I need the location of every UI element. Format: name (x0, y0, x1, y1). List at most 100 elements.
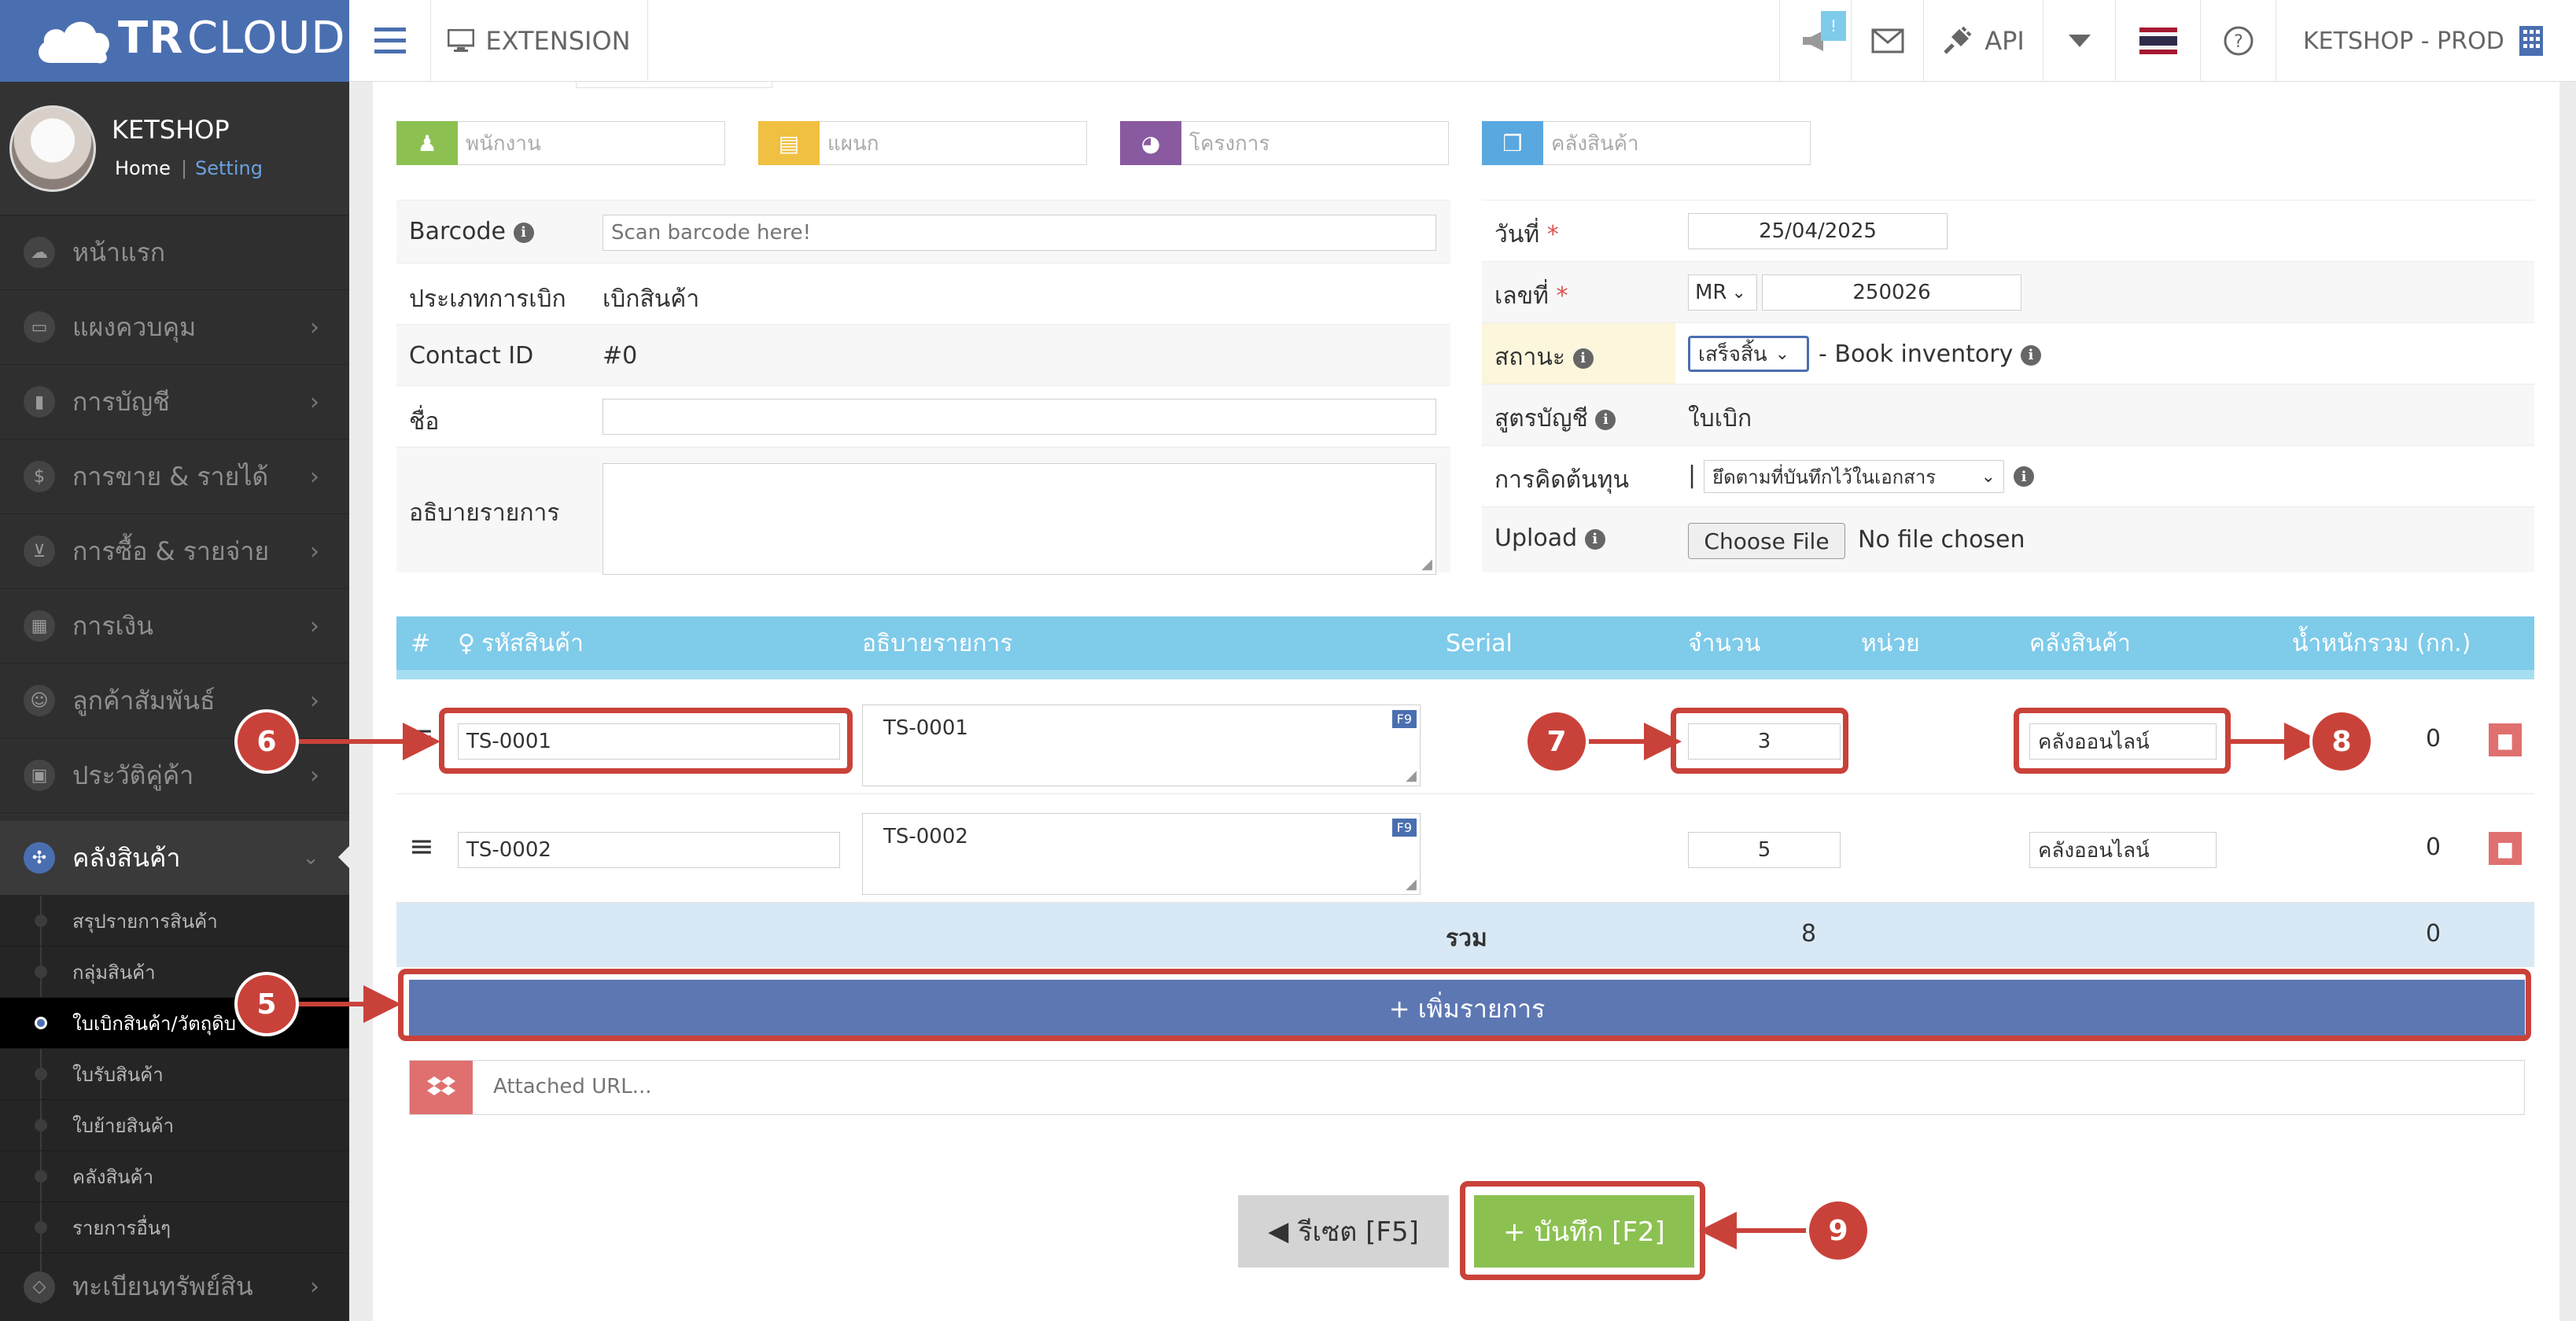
submenu-item-groups[interactable]: กลุ่มสินค้า (0, 947, 349, 998)
submenu-item-warehouse[interactable]: คลังสินค้า (0, 1151, 349, 1202)
weight-value: 0 (2426, 725, 2441, 752)
number-prefix-select[interactable]: MR ⌄ (1688, 274, 1757, 311)
arrow-circle-left-icon: ◀ (1268, 1216, 1289, 1247)
svg-text:?: ? (2234, 32, 2243, 52)
type-label: ประเภทการเบิก (409, 285, 566, 313)
trash-icon: ▆ (2498, 838, 2512, 859)
totals-row: รวม 8 0 (396, 903, 2534, 967)
total-label: รวม (1446, 925, 1487, 952)
sidebar-item-finance[interactable]: ▦ การเงิน › (0, 589, 349, 664)
top-bar: EXTENSION ! API ? KETSHOP - PROD (349, 0, 2576, 82)
f9-badge[interactable]: F9 (1391, 710, 1417, 728)
sidebar-item-dashboard[interactable]: ▭ แผงควบคุม › (0, 290, 349, 365)
submenu-label: รายการอื่นๆ (72, 1216, 171, 1239)
help-button[interactable]: ? (2201, 0, 2276, 82)
building-icon: ▤ (758, 121, 820, 165)
avatar[interactable] (9, 105, 96, 192)
department-tag-field[interactable]: ▤ แผนก (758, 121, 1087, 165)
attached-url-input[interactable] (485, 1069, 1429, 1105)
cube-icon: ❒ (1482, 121, 1543, 165)
bullet-icon (35, 1068, 47, 1080)
dropbox-icon (427, 1076, 455, 1095)
book-icon: ▮ (24, 386, 55, 418)
project-tag-field[interactable]: ◕ โครงการ (1120, 121, 1449, 165)
warehouse-input[interactable]: คลังออนไลน์ (2029, 832, 2217, 868)
number-label-text: เลขที่ (1494, 282, 1549, 310)
sidebar-item-accounting[interactable]: ▮ การบัญชี › (0, 365, 349, 440)
item-description-text: TS-0002 (883, 825, 968, 848)
item-description-textarea[interactable]: TS-0002 F9 ◢ (862, 813, 1421, 895)
chevron-down-icon: ⌄ (1774, 344, 1790, 364)
account-menu[interactable]: KETSHOP - PROD (2276, 0, 2576, 82)
menu-toggle-button[interactable] (349, 0, 431, 82)
language-button[interactable] (2116, 0, 2201, 82)
submenu-item-others[interactable]: รายการอื่นๆ (0, 1202, 349, 1253)
sidebar-item-assets[interactable]: ◇ ทะเบียนทรัพย์สิน › (0, 1253, 349, 1321)
choose-file-button[interactable]: Choose File (1688, 523, 1845, 559)
upload-label: Upload i (1494, 524, 1605, 552)
extension-button[interactable]: EXTENSION (431, 0, 648, 82)
warehouse-placeholder: คลังสินค้า (1551, 131, 1639, 156)
no-file-text: No file chosen (1858, 526, 2025, 554)
notification-button[interactable]: ! (1779, 0, 1852, 82)
building-icon (2519, 26, 2543, 56)
quantity-input[interactable]: 5 (1688, 832, 1841, 868)
reset-button[interactable]: ◀ รีเซต [F5] (1238, 1195, 1449, 1268)
date-row: วันที่ * 25/04/2025 (1482, 200, 2534, 261)
setting-link[interactable]: Setting (195, 157, 263, 179)
name-input[interactable] (603, 399, 1436, 435)
sidebar-item-label: การเงิน (72, 610, 153, 641)
sidebar-item-inventory[interactable]: ✣ คลังสินค้า ⌄ (0, 821, 349, 896)
warehouse-tag-field[interactable]: ❒ คลังสินค้า (1482, 121, 1811, 165)
cart-icon: ⊻ (24, 535, 55, 567)
sidebar-item-label: ประวัติคู่ค้า (72, 760, 194, 790)
barcode-input[interactable] (603, 215, 1436, 251)
header-product-code-text: รหัสสินค้า (481, 629, 584, 657)
submenu-item-requisition[interactable]: ใบเบิกสินค้า/วัตถุดิบ (0, 998, 349, 1049)
status-select[interactable]: เสร็จสิ้น ⌄ (1688, 336, 1809, 372)
delete-row-button[interactable]: ▆ (2489, 832, 2522, 865)
upload-label-text: Upload (1494, 524, 1578, 552)
home-link[interactable]: Home (115, 157, 171, 179)
highlight-product-code (439, 708, 853, 774)
brand-logo[interactable]: TR CLOUD (0, 0, 349, 82)
header-description: อธิบายรายการ (862, 629, 1013, 657)
submenu-item-receipt[interactable]: ใบรับสินค้า (0, 1049, 349, 1100)
plug-icon (1944, 26, 1972, 54)
delete-row-button[interactable]: ▆ (2489, 723, 2522, 756)
mail-button[interactable] (1852, 0, 1924, 82)
description-label: อธิบายรายการ (409, 499, 560, 527)
monitor-icon (448, 29, 475, 52)
dropbox-button[interactable] (410, 1061, 473, 1114)
info-icon: i (1584, 528, 1605, 550)
f9-badge[interactable]: F9 (1391, 819, 1417, 837)
cubes-icon: ✣ (24, 842, 55, 874)
item-description-textarea[interactable]: TS-0001 F9 ◢ (862, 705, 1421, 786)
sidebar-item-sales[interactable]: $ การขาย & รายได้ › (0, 440, 349, 514)
submenu-item-summary[interactable]: สรุปรายการสินค้า (0, 896, 349, 947)
date-input[interactable]: 25/04/2025 (1688, 213, 1948, 249)
chevron-right-icon: › (310, 388, 319, 416)
number-input[interactable]: 250026 (1762, 274, 2021, 311)
sidebar-item-partners[interactable]: ▣ ประวัติคู่ค้า › (0, 738, 349, 813)
calendar-icon: ▦ (24, 610, 55, 642)
required-marker: * (1556, 282, 1568, 310)
bullet-icon (35, 966, 47, 978)
description-textarea[interactable]: ◢ (603, 463, 1436, 575)
name-label: ชื่อ (409, 408, 440, 436)
sidebar-item-home[interactable]: ☁ หน้าแรก (0, 215, 349, 290)
link-separator: | (181, 157, 188, 179)
info-icon: i (2014, 466, 2034, 487)
api-button[interactable]: API (1924, 0, 2043, 82)
status-label-text: สถานะ (1494, 344, 1565, 371)
cost-method-select[interactable]: ยึดตามที่บันทึกไว้ในเอกสาร ⌄ (1704, 460, 2004, 493)
submenu-item-transfer[interactable]: ใบย้ายสินค้า (0, 1100, 349, 1151)
employee-tag-field[interactable]: ♟ พนักงาน (396, 121, 725, 165)
product-code-input[interactable]: TS-0002 (458, 832, 840, 868)
sidebar-item-crm[interactable]: ☺ ลูกค้าสัมพันธ์ › (0, 664, 349, 738)
dropdown-button[interactable] (2043, 0, 2116, 82)
highlight-add-item (398, 969, 2531, 1041)
drag-handle-icon[interactable]: ≡ (409, 829, 434, 863)
drag-handle-icon[interactable]: ≡ (409, 719, 434, 753)
sidebar-item-purchases[interactable]: ⊻ การซื้อ & รายจ่าย › (0, 514, 349, 589)
